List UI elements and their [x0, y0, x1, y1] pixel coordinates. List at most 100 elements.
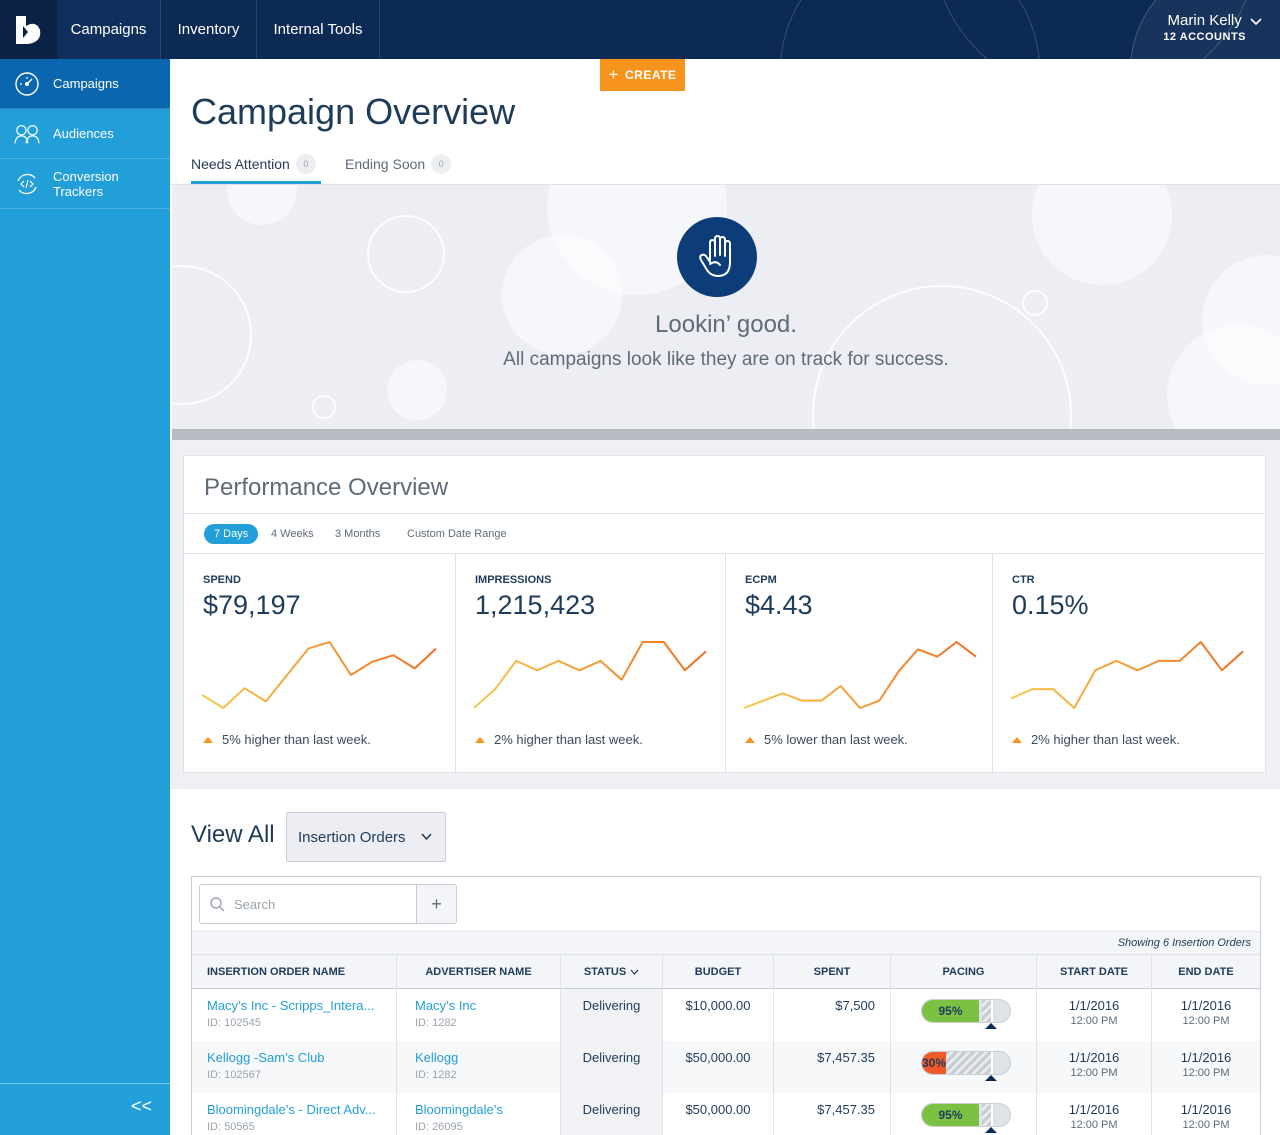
- sparkline-series: [201, 641, 437, 709]
- sidebar-item-audiences[interactable]: Audiences: [0, 109, 170, 159]
- add-filter-button[interactable]: +: [417, 884, 457, 924]
- advertiser-link[interactable]: Kellogg: [415, 1050, 458, 1065]
- col-pacing[interactable]: PACING: [891, 955, 1037, 989]
- advertiser-link[interactable]: Macy’s Inc: [415, 998, 476, 1013]
- insertion-orders-table: Search + Showing 6 Insertion Orders INSE…: [191, 876, 1261, 1135]
- horizontal-scrollbar[interactable]: [172, 429, 1280, 440]
- sidebar-item-conversion-trackers[interactable]: Conversion Trackers: [0, 159, 170, 209]
- budget-value: $10,000.00: [685, 998, 751, 1013]
- tab-ending-soon[interactable]: Ending Soon 0: [345, 153, 452, 175]
- end-date: 1/1/2016: [1180, 998, 1232, 1013]
- app-logo[interactable]: [0, 0, 57, 59]
- tab-count-badge: 0: [295, 154, 316, 174]
- end-date-cell: 1/1/2016 12:00 PM: [1152, 1093, 1260, 1135]
- status-text: Delivering: [582, 1102, 641, 1117]
- range-custom[interactable]: Custom Date Range: [407, 524, 507, 544]
- user-name: Marin Kelly: [1167, 12, 1242, 29]
- metric-value: $4.43: [745, 590, 813, 620]
- performance-overview-card: Performance Overview 7 Days 4 Weeks 3 Mo…: [183, 455, 1266, 773]
- advertiser-id: ID: 1282: [415, 1069, 457, 1081]
- metric-note-text: 5% higher than last week.: [222, 732, 371, 747]
- metric-note-text: 5% lower than last week.: [764, 732, 908, 747]
- io-name-link[interactable]: Bloomingdale’s - Direct Adv...: [207, 1102, 376, 1117]
- create-button[interactable]: + CREATE: [600, 59, 685, 91]
- status-text: Delivering: [582, 998, 641, 1013]
- metric-spend: SPEND $79,197 5% higher than last week.: [184, 554, 456, 773]
- sparkline: [1010, 641, 1244, 709]
- decor-bubble: [1032, 185, 1172, 285]
- sidebar-item-label: Conversion Trackers: [53, 168, 119, 199]
- pacing-fill: 95%: [922, 1104, 979, 1126]
- sparkline-series: [1010, 641, 1244, 709]
- start-date: 1/1/2016: [1068, 998, 1120, 1013]
- nav-internal-tools[interactable]: Internal Tools: [257, 0, 380, 59]
- metric-label: ECPM: [745, 574, 777, 586]
- nav-inventory[interactable]: Inventory: [161, 0, 257, 59]
- start-time: 12:00 PM: [1070, 1015, 1118, 1027]
- accounts-count: 12 ACCOUNTS: [1163, 31, 1246, 43]
- status-cell: Delivering: [561, 1041, 663, 1093]
- hand-icon: [677, 217, 757, 297]
- spent-value: $7,457.35: [817, 1102, 875, 1117]
- col-start-date[interactable]: START DATE: [1037, 955, 1152, 989]
- range-4-weeks[interactable]: 4 Weeks: [271, 524, 314, 544]
- io-name-link[interactable]: Macy’s Inc - Scripps_Intera...: [207, 998, 374, 1013]
- table-row[interactable]: Bloomingdale’s - Direct Adv... ID: 50565…: [192, 1093, 1260, 1135]
- pacing-target-mark: [991, 1052, 993, 1074]
- sparkline: [743, 641, 977, 709]
- pacing-marker-icon: [985, 1075, 997, 1081]
- chevron-down-icon[interactable]: [1250, 14, 1262, 29]
- end-time: 12:00 PM: [1182, 1119, 1230, 1131]
- status-text: Delivering: [582, 1050, 641, 1065]
- table-row[interactable]: Macy’s Inc - Scripps_Intera... ID: 10254…: [192, 989, 1260, 1041]
- chevron-down-icon: [630, 969, 639, 975]
- up-arrow-icon: [203, 736, 213, 743]
- metric-value: 1,215,423: [475, 590, 596, 620]
- collapse-sidebar-button[interactable]: <<: [0, 1083, 170, 1135]
- pacing-target-mark: [991, 1104, 993, 1126]
- nav-campaigns[interactable]: Campaigns: [57, 0, 161, 59]
- search-icon: [210, 896, 225, 912]
- select-value: Insertion Orders: [298, 828, 406, 846]
- col-end-date[interactable]: END DATE: [1152, 955, 1260, 989]
- metric-ecpm: ECPM $4.43 5% lower than last week.: [726, 554, 993, 773]
- create-label: CREATE: [624, 68, 677, 82]
- range-3-months[interactable]: 3 Months: [335, 524, 380, 544]
- end-date: 1/1/2016: [1180, 1050, 1232, 1065]
- start-time: 12:00 PM: [1070, 1067, 1118, 1079]
- advertiser-link[interactable]: Bloomingdale’s: [415, 1102, 503, 1117]
- table-row[interactable]: Kellogg -Sam’s Club ID: 102567 Kellogg I…: [192, 1041, 1260, 1093]
- status-cell: Delivering: [561, 989, 663, 1041]
- end-time: 12:00 PM: [1182, 1067, 1230, 1079]
- sidebar-item-campaigns[interactable]: Campaigns: [0, 59, 170, 109]
- tab-needs-attention[interactable]: Needs Attention 0: [191, 153, 316, 175]
- io-name-link[interactable]: Kellogg -Sam’s Club: [207, 1050, 325, 1065]
- col-budget[interactable]: BUDGET: [663, 955, 774, 989]
- col-status[interactable]: STATUS: [561, 955, 663, 989]
- start-date: 1/1/2016: [1068, 1102, 1120, 1117]
- range-7-days[interactable]: 7 Days: [204, 524, 259, 544]
- tab-label: Ending Soon: [345, 156, 426, 172]
- view-type-select[interactable]: Insertion Orders: [286, 812, 446, 862]
- advertiser-cell: Macy’s Inc ID: 1282: [397, 989, 561, 1041]
- end-date: 1/1/2016: [1180, 1102, 1232, 1117]
- results-count-bar: Showing 6 Insertion Orders: [192, 931, 1260, 955]
- start-date: 1/1/2016: [1068, 1050, 1120, 1065]
- pacing-cell: 95%: [891, 1093, 1037, 1135]
- col-advertiser[interactable]: ADVERTISER NAME: [397, 955, 561, 989]
- col-io-name[interactable]: INSERTION ORDER NAME: [192, 955, 397, 989]
- search-input[interactable]: Search: [199, 884, 417, 924]
- code-sync-icon: [14, 171, 40, 197]
- user-menu[interactable]: Marin Kelly 12 ACCOUNTS: [1163, 12, 1262, 43]
- metric-impressions: IMPRESSIONS 1,215,423 2% higher than las…: [456, 554, 726, 773]
- metric-value: $79,197: [203, 590, 301, 620]
- col-spent[interactable]: SPENT: [774, 955, 891, 989]
- start-time: 12:00 PM: [1070, 1119, 1118, 1131]
- metric-note-text: 2% higher than last week.: [494, 732, 643, 747]
- advertiser-cell: Bloomingdale’s ID: 26095: [397, 1093, 561, 1135]
- spent-cell: $7,457.35: [774, 1041, 891, 1093]
- budget-cell: $50,000.00: [663, 1041, 774, 1093]
- advertiser-cell: Kellogg ID: 1282: [397, 1041, 561, 1093]
- people-icon: [14, 121, 40, 147]
- pacing-fill: 95%: [922, 1000, 979, 1022]
